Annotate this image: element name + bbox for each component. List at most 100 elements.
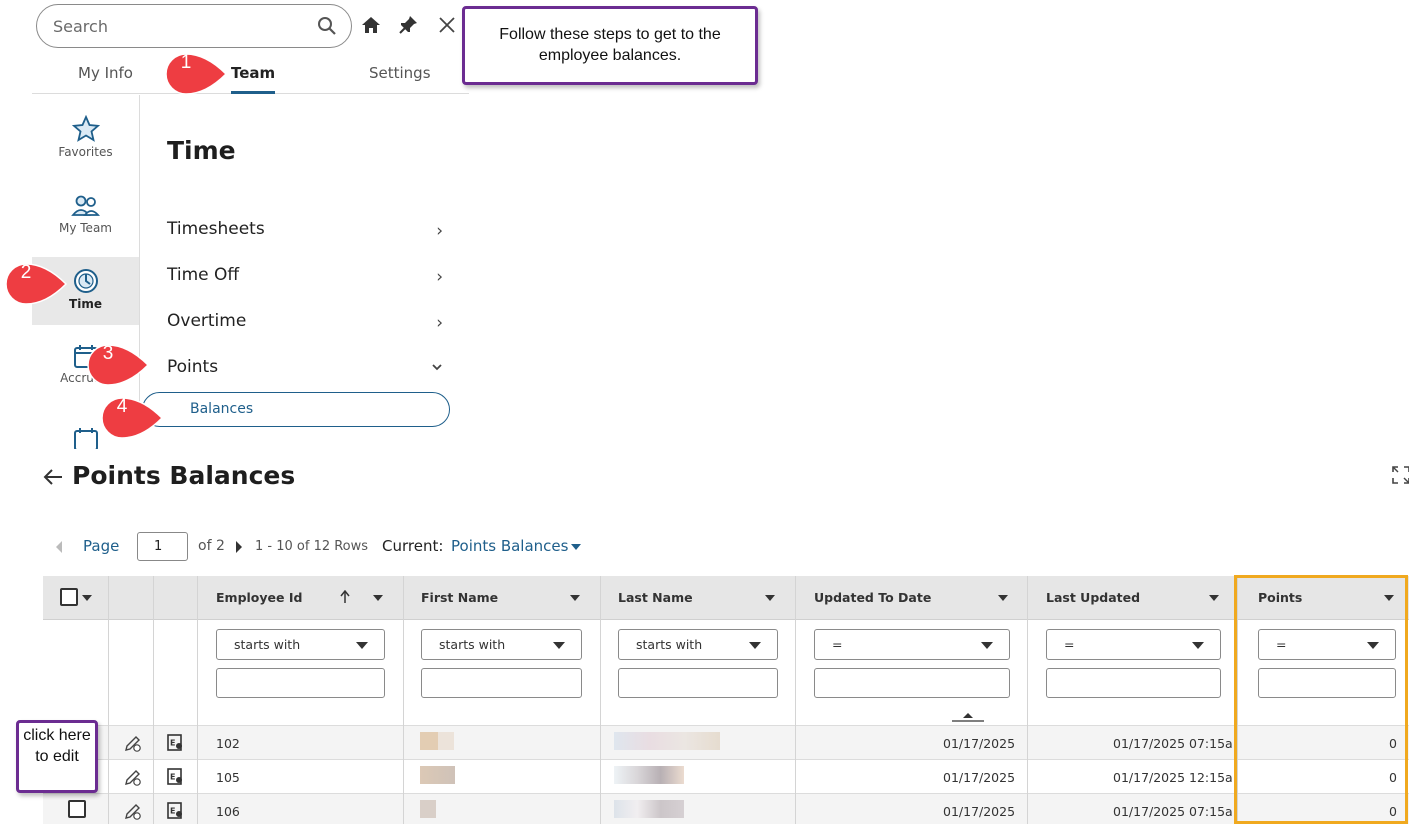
updated-to-date-cell: 01/17/2025 [943,736,1016,751]
calendar-icon [73,428,98,449]
filter-input-last-updated[interactable] [1046,668,1221,698]
filter-operator-last-name[interactable]: starts with [618,629,778,660]
column-divider [153,576,154,824]
chevron-down-icon [432,364,442,371]
menu-item-time-off[interactable]: Time Off › [167,265,447,293]
back-arrow-icon[interactable] [42,466,64,488]
page-label: Page [83,537,120,555]
caret-down-icon[interactable] [570,543,582,551]
table-row[interactable]: E 102 01/17/2025 01/17/2025 07:15a 0 [43,726,1409,760]
select-all-checkbox[interactable] [60,588,78,606]
filter-input-first-name[interactable] [421,668,582,698]
column-divider [600,576,601,824]
menu-item-points[interactable]: Points [167,357,447,385]
column-divider [403,576,404,824]
rail-item-favorites[interactable]: Favorites [32,105,139,173]
table-row[interactable]: E 105 01/17/2025 01/17/2025 12:15a 0 [43,760,1409,794]
page-number-input[interactable] [137,532,188,561]
tab-team[interactable]: Team [231,64,276,94]
column-menu-caret-icon[interactable] [570,595,580,601]
column-menu-caret-icon[interactable] [1209,595,1219,601]
step-number: 3 [102,343,114,364]
menu-item-label: Timesheets [167,219,265,239]
column-menu-caret-icon[interactable] [998,595,1008,601]
team-icon [70,195,100,216]
column-divider [197,576,198,824]
home-icon[interactable] [360,14,382,36]
column-divider [795,576,796,824]
page-title: Points Balances [72,461,296,490]
edit-icon[interactable] [123,801,143,821]
close-icon[interactable] [436,14,458,36]
points-column-highlight [1234,575,1408,824]
page-count: of 2 [198,538,225,554]
column-header-first-name[interactable]: First Name [421,590,498,605]
rail-label-my-team: My Team [59,221,112,235]
column-header-employee-id[interactable]: Employee Id [216,590,302,605]
star-icon [71,115,100,142]
employee-id-cell: 106 [216,804,240,819]
search-icon[interactable] [317,16,337,36]
filter-operator-last-updated[interactable]: = [1046,629,1221,660]
expand-icon[interactable] [1390,464,1409,486]
points-balances-grid: E 102 01/17/2025 01/17/2025 07:15a 0 E 1… [43,576,1409,824]
column-header-last-name[interactable]: Last Name [618,590,693,605]
svg-text:E: E [170,773,175,782]
column-header-last-updated[interactable]: Last Updated [1046,590,1140,605]
filter-operator-first-name[interactable]: starts with [421,629,582,660]
menu-title: Time [167,136,236,165]
clock-icon [73,269,98,293]
redacted-first-name [438,732,454,750]
prev-page-icon[interactable] [54,540,64,554]
redacted-last-name [614,800,684,818]
search-box[interactable] [36,4,352,48]
row-checkbox[interactable] [68,800,86,818]
current-view-select[interactable]: Points Balances [451,537,568,555]
filter-operator-employee-id[interactable]: starts with [216,629,385,660]
column-menu-caret-icon[interactable] [373,595,383,601]
rail-item-my-team[interactable]: My Team [32,181,139,249]
redacted-first-name [420,766,455,784]
filter-operator-updated-to-date[interactable]: = [814,629,1010,660]
chevron-right-icon: › [436,221,443,241]
column-menu-caret-icon[interactable] [765,595,775,601]
rail-label-favorites: Favorites [58,145,113,159]
menu-item-label: Points [167,357,219,377]
updated-to-date-cell: 01/17/2025 [943,804,1016,819]
employee-record-icon[interactable]: E [165,767,185,787]
step-badge-1: 1 [164,52,228,95]
menu-item-label: Time Off [167,265,240,285]
filter-input-employee-id[interactable] [216,668,385,698]
column-header-updated-to-date[interactable]: Updated To Date [814,590,931,605]
employee-record-icon[interactable]: E [165,801,185,821]
redacted-first-name [420,800,436,818]
step-number: 2 [20,262,32,283]
filter-input-updated-to-date[interactable] [814,668,1010,698]
resize-handle-icon[interactable] [951,712,985,724]
sort-ascending-icon[interactable] [340,590,350,604]
employee-id-cell: 105 [216,770,240,785]
step-badge-3: 3 [86,343,150,386]
edit-icon[interactable] [123,733,143,753]
updated-to-date-cell: 01/17/2025 [943,770,1016,785]
last-updated-cell: 01/17/2025 07:15a [1113,736,1233,751]
svg-text:E: E [170,739,175,748]
menu-item-overtime[interactable]: Overtime › [167,311,447,339]
tab-my-info[interactable]: My Info [78,64,133,82]
employee-record-icon[interactable]: E [165,733,185,753]
filter-input-last-name[interactable] [618,668,778,698]
redacted-first-name [420,732,438,750]
search-input[interactable] [53,15,303,37]
select-menu-caret-icon[interactable] [82,595,92,601]
edit-icon[interactable] [123,767,143,787]
table-row[interactable]: E 106 01/17/2025 01/17/2025 07:15a 0 [43,794,1409,824]
step-number: 1 [180,52,192,73]
tab-settings[interactable]: Settings [369,64,431,82]
menu-item-timesheets[interactable]: Timesheets › [167,219,447,247]
row-count: 1 - 10 of 12 Rows [255,539,369,554]
submenu-item-balances[interactable]: Balances [142,392,450,427]
next-page-icon[interactable] [234,540,244,554]
chevron-right-icon: › [436,313,443,333]
pin-icon[interactable] [397,14,419,36]
column-divider [1027,576,1028,824]
